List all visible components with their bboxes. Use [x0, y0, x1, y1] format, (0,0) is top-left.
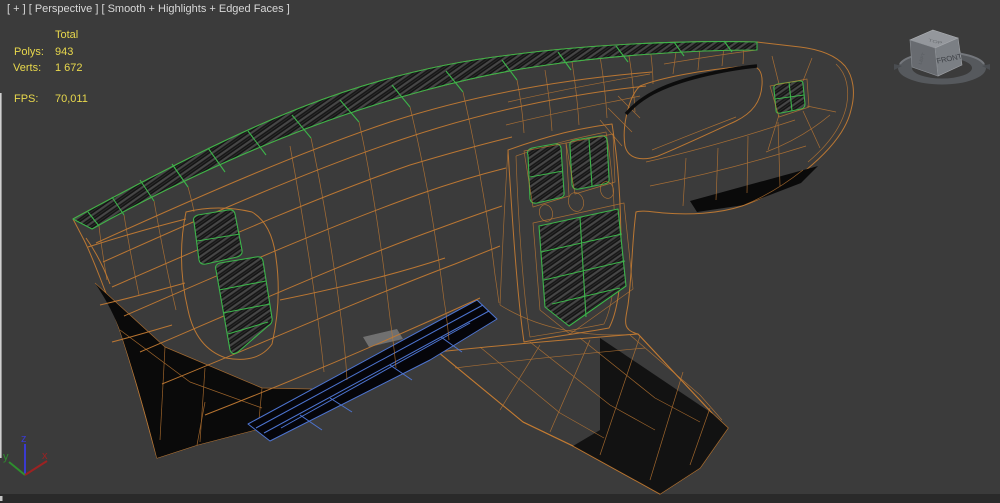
- selection-strip-cross-lines: [88, 41, 732, 226]
- viewport-left-edge-dot: [0, 496, 3, 501]
- console-vent-left: [528, 144, 565, 203]
- axis-y-label: y: [3, 451, 9, 463]
- stats-polys-label: Polys:: [14, 46, 44, 58]
- axis-x-label: x: [42, 450, 48, 462]
- stats-fps-label: FPS:: [14, 93, 38, 105]
- viewport-canvas[interactable]: z y x TOP FRONT LEFT: [0, 0, 1000, 503]
- axis-x-line: [25, 461, 47, 475]
- viewport-left-edge-highlight: [0, 93, 2, 458]
- viewport-label-menu[interactable]: [ + ] [ Perspective ] [ Smooth + Highlig…: [7, 3, 290, 15]
- left-vent-upper: [194, 210, 243, 264]
- stats-fps-value: 70,011: [55, 93, 88, 105]
- stats-polys-value: 943: [55, 46, 73, 58]
- dashboard-model: [73, 41, 853, 494]
- viewcube[interactable]: TOP FRONT LEFT: [894, 30, 990, 85]
- console-extension-shadow: [573, 338, 728, 494]
- viewport-bottom-edge: [0, 494, 1000, 503]
- axis-tripod-gizmo: z y x: [3, 433, 48, 475]
- cluster-opening-rim: [652, 117, 736, 150]
- instrument-cluster-opening: [624, 66, 762, 159]
- stats-header: Total: [55, 29, 78, 41]
- glovebox-blue-wireframe: [248, 300, 497, 441]
- stats-verts-label: Verts:: [13, 62, 41, 74]
- stats-verts-value: 1 672: [55, 62, 83, 74]
- axis-z-label: z: [21, 433, 27, 445]
- axis-y-line: [9, 462, 25, 475]
